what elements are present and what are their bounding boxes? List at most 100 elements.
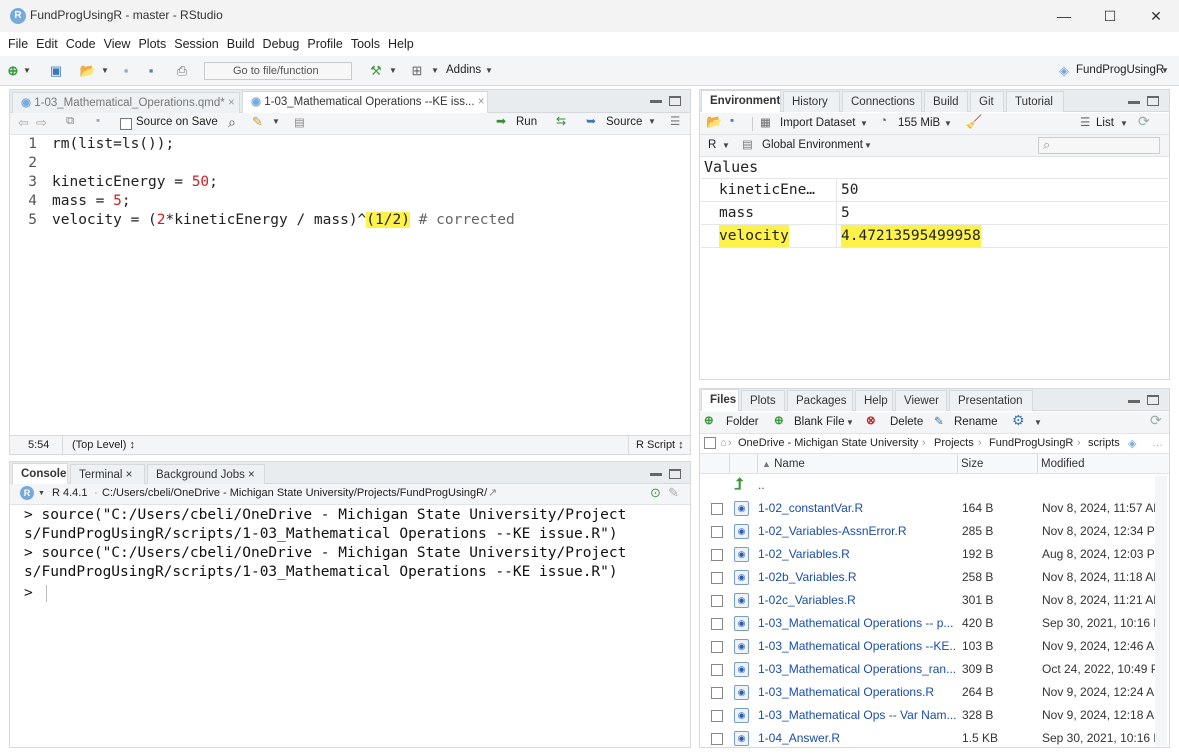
chevron-down-icon[interactable]: ▼ [1160, 63, 1170, 79]
file-checkbox[interactable] [711, 687, 723, 699]
file-name-link[interactable]: 1-03_Mathematical Operations.R [758, 681, 956, 704]
back-arrow-icon[interactable]: ⇦ [18, 115, 29, 131]
chevron-down-icon[interactable]: ▼ [944, 119, 952, 128]
tab-plots[interactable]: Plots [741, 390, 785, 411]
menu-edit[interactable]: Edit [32, 32, 62, 56]
environment-row[interactable]: kineticEne… 50 [701, 179, 1168, 202]
file-row[interactable]: ◉ 1-03_Mathematical Operations -- p... 420… [701, 612, 1167, 635]
close-tab-icon[interactable]: × [478, 96, 485, 108]
code-editor[interactable]: 1 rm(list=ls()); 2 3 kineticEnergy = 50; 4 mas… [10, 135, 690, 435]
tab-connections[interactable]: Connections [842, 91, 922, 112]
file-name-link[interactable]: 1-03_Mathematical Operations -- p... [758, 612, 956, 635]
chevron-down-icon[interactable]: ▼ [484, 63, 494, 79]
broom-clear-icon[interactable]: 🧹 [966, 114, 982, 130]
code-line[interactable]: 4 mass = 5; [10, 192, 130, 211]
file-row[interactable]: ◉ 1-02_constantVar.R 164 B Nov 8, 2024, 11:… [701, 497, 1167, 520]
goto-file-input[interactable]: Go to file/function [204, 62, 352, 80]
source-button[interactable]: Source [606, 116, 642, 128]
tab-help[interactable]: Help [855, 390, 893, 411]
files-scrollbar[interactable] [1155, 476, 1167, 746]
document-outline-icon[interactable]: ▤ [294, 115, 305, 129]
maximize-pane-icon[interactable] [669, 96, 681, 106]
run-button[interactable]: Run [516, 116, 537, 128]
file-name-link[interactable]: 1-02b_Variables.R [758, 566, 956, 589]
maximize-pane-icon[interactable] [669, 469, 681, 479]
breadcrumb-projects[interactable]: Projects [934, 434, 974, 452]
minimize-pane-icon[interactable] [650, 100, 662, 106]
file-name-link[interactable]: 1-02_Variables.R [758, 543, 956, 566]
tab-qmd-file[interactable]: ◉ 1-03_Mathematical_Operations.qmd* × [12, 92, 240, 113]
save-workspace-icon[interactable]: ▪ [730, 115, 734, 127]
knit-icon[interactable]: ⚒ [368, 63, 384, 79]
console-prompt[interactable]: > [24, 584, 41, 604]
environment-row[interactable]: mass 5 [701, 202, 1168, 225]
tab-build[interactable]: Build [924, 91, 968, 112]
rename-button[interactable]: Rename [954, 416, 997, 428]
code-line[interactable]: 2 [10, 154, 52, 173]
import-dataset-button[interactable]: Import Dataset [780, 117, 855, 129]
file-name-link[interactable]: 1-03_Mathematical Ops -- Var Nam... [758, 704, 956, 727]
menu-code[interactable]: Code [62, 32, 100, 56]
new-project-icon[interactable]: ▣ [46, 63, 66, 79]
save-icon[interactable]: ▪ [118, 63, 134, 79]
clear-console-icon[interactable]: ✎ [668, 485, 679, 501]
tab-history[interactable]: History [783, 91, 840, 112]
minimize-button[interactable]: — [1041, 0, 1087, 32]
file-checkbox[interactable] [711, 503, 723, 515]
home-icon[interactable]: ⌂ [720, 434, 727, 452]
file-name-link[interactable]: 1-03_Mathematical Operations_ran... [758, 658, 956, 681]
file-checkbox[interactable] [711, 572, 723, 584]
file-row[interactable]: ◉ 1-02_Variables-AssnError.R 285 B Nov 8, 2… [701, 520, 1167, 543]
file-checkbox[interactable] [711, 710, 723, 722]
save-icon[interactable]: ▪ [96, 115, 100, 127]
menu-help[interactable]: Help [384, 32, 418, 56]
file-checkbox[interactable] [711, 641, 723, 653]
chevron-down-icon[interactable]: ▼ [1034, 418, 1042, 427]
chevron-down-icon[interactable]: ▼ [864, 141, 872, 150]
new-folder-button[interactable]: Folder [726, 416, 759, 428]
filetype-selector[interactable]: R Script ↕ [636, 436, 684, 454]
file-checkbox[interactable] [711, 733, 723, 745]
console-output[interactable]: > source("C:/Users/cbeli/OneDrive - Mich… [10, 505, 690, 747]
tab-git[interactable]: Git [970, 91, 1004, 112]
chevron-down-icon[interactable]: ▼ [388, 63, 398, 79]
load-workspace-icon[interactable]: 📂 [706, 114, 722, 130]
gear-icon[interactable]: ⚙ [1012, 412, 1025, 429]
new-blank-file-button[interactable]: Blank File [794, 416, 845, 428]
tab-files[interactable]: Files [701, 389, 739, 411]
refresh-icon[interactable]: ⟳ [1138, 113, 1150, 130]
options-menu-icon[interactable]: ☰ [670, 114, 680, 128]
tab-viewer[interactable]: Viewer [895, 390, 947, 411]
header-size[interactable]: Size [958, 454, 1038, 474]
parent-directory-row[interactable]: ⮥ .. [701, 474, 1167, 497]
file-name-link[interactable]: 1-02c_Variables.R [758, 589, 956, 612]
file-row[interactable]: ◉ 1-03_Mathematical Ops -- Var Nam... 328 … [701, 704, 1167, 727]
environment-search-input[interactable]: ⌕ [1038, 137, 1160, 154]
chevron-down-icon[interactable]: ▼ [272, 117, 280, 126]
header-modified[interactable]: Modified [1038, 454, 1169, 474]
file-checkbox[interactable] [711, 664, 723, 676]
magic-wand-icon[interactable]: ✎ [252, 114, 263, 130]
menu-plots[interactable]: Plots [134, 32, 170, 56]
forward-arrow-icon[interactable]: ⇨ [36, 115, 47, 131]
language-selector[interactable]: R [708, 139, 716, 151]
chevron-down-icon[interactable]: ▼ [100, 63, 110, 79]
show-in-window-icon[interactable]: ⧉ [66, 115, 74, 128]
file-row[interactable]: ◉ 1-02c_Variables.R 301 B Nov 8, 2024, 11:2… [701, 589, 1167, 612]
tab-console[interactable]: Console [12, 463, 68, 485]
code-line[interactable]: 3 kineticEnergy = 50; [10, 173, 218, 192]
more-icon[interactable]: … [1152, 434, 1163, 452]
tab-r-script[interactable]: ◉ 1-03_Mathematical Operations --KE iss.… [242, 91, 488, 113]
source-on-save-checkbox[interactable] [120, 118, 132, 130]
file-name-link[interactable]: 1-02_Variables-AssnError.R [758, 520, 956, 543]
chevron-down-icon[interactable]: ▼ [430, 63, 440, 79]
menu-build[interactable]: Build [223, 32, 259, 56]
file-row[interactable]: ◉ 1-03_Mathematical Operations.R 264 B Nov … [701, 681, 1167, 704]
file-row[interactable]: ◉ 1-02_Variables.R 192 B Aug 8, 2024, 12:03… [701, 543, 1167, 566]
file-row[interactable]: ◉ 1-03_Mathematical Operations --KE... 103… [701, 635, 1167, 658]
addins-menu[interactable]: Addins [446, 64, 481, 76]
chevron-down-icon[interactable]: ▼ [1120, 119, 1128, 128]
breadcrumb-onedrive[interactable]: OneDrive - Michigan State University [738, 434, 918, 452]
chevron-down-icon[interactable]: ▼ [38, 490, 45, 497]
minimize-pane-icon[interactable] [650, 473, 662, 479]
